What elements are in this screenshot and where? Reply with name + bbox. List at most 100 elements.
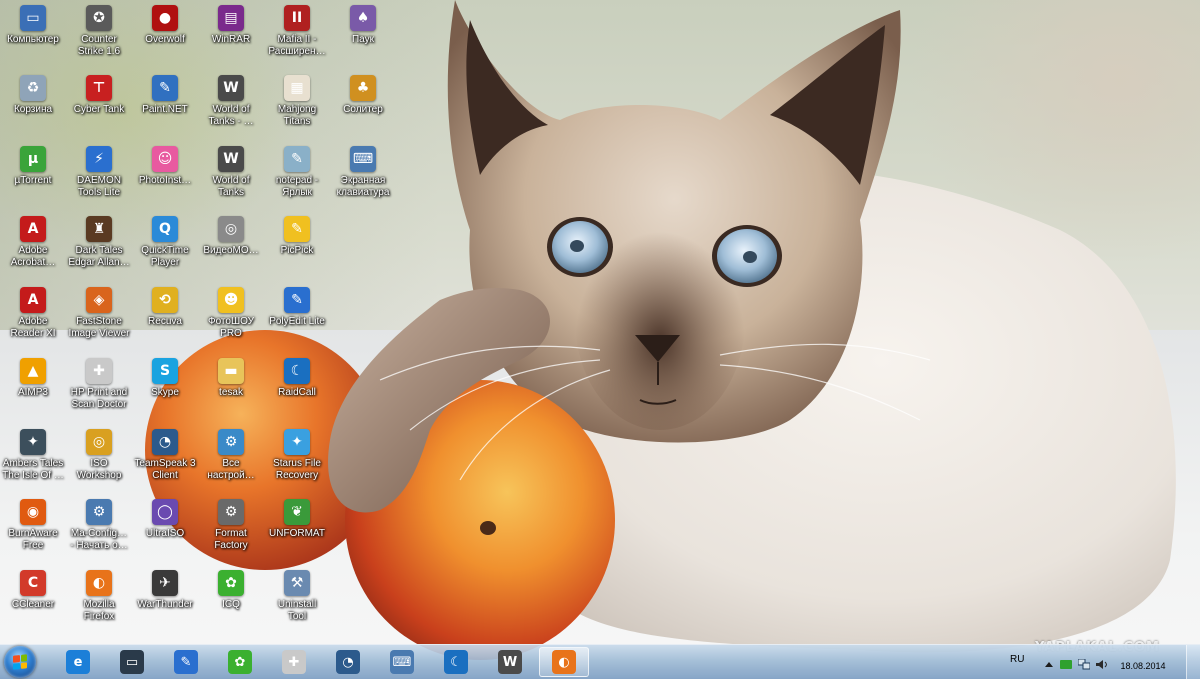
desktop-shortcut-label: Adobe Acrobat… — [10, 245, 56, 268]
starus-icon: ✦ — [284, 429, 310, 455]
desktop-shortcut[interactable]: ✈ WarThunder — [132, 570, 198, 611]
taskbar-button[interactable]: ✎ — [161, 647, 211, 677]
adobe-reader-icon: A — [20, 287, 46, 313]
desktop-shortcut-label: Ambers Tales The Isle Of … — [2, 458, 64, 481]
desktop-shortcut-label: PolyEdit Lite — [269, 316, 325, 327]
hp-doctor-icon: ✚ — [86, 358, 112, 384]
taskbar-button[interactable]: ▭ — [107, 647, 157, 677]
desktop-shortcut[interactable]: ▲ AIMP3 — [0, 358, 66, 399]
desktop-shortcut[interactable]: ⊤ Cyber Tank — [66, 75, 132, 116]
desktop-shortcut[interactable]: µ µTorrent — [0, 146, 66, 187]
desktop-shortcut[interactable]: ◎ ISO Workshop — [66, 429, 132, 482]
desktop-shortcut[interactable]: ⌨ Экранная клавиатура — [330, 146, 396, 199]
desktop-shortcut[interactable]: ✦ Starus File Recovery — [264, 429, 330, 482]
recycle-bin-icon: ♻ — [20, 75, 46, 101]
aimp-icon: ▲ — [20, 358, 46, 384]
teamspeak-icon: ◔ — [152, 429, 178, 455]
ma-config-icon: ⚙ — [86, 499, 112, 525]
desktop-shortcut-label: Paint.NET — [142, 104, 188, 115]
daemon-tools-icon: ⚡ — [86, 146, 112, 172]
desktop-shortcut[interactable]: ♣ Солитер — [330, 75, 396, 116]
desktop-shortcut-label: Экранная клавиатура — [336, 175, 390, 198]
desktop-shortcut[interactable]: ⚙ Ma-Config… - Начать о… — [66, 499, 132, 552]
desktop-shortcut[interactable]: W World of Tanks - … — [198, 75, 264, 128]
language-indicator[interactable]: RU — [1010, 654, 1024, 665]
desktop-shortcut[interactable]: ♠ Паук — [330, 5, 396, 46]
desktop-shortcut[interactable]: ▤ WinRAR — [198, 5, 264, 46]
desktop-shortcut[interactable]: ☾ RaidCall — [264, 358, 330, 399]
desktop-shortcut[interactable]: ♜ Dark Tales Edgar Allan… — [66, 216, 132, 269]
desktop-shortcut-label: Mafia II - Расширен… — [268, 34, 326, 57]
desktop-shortcut[interactable]: ✎ Paint.NET — [132, 75, 198, 116]
taskbar-button[interactable]: ⌨ — [377, 647, 427, 677]
taskbar-button[interactable]: ✿ — [215, 647, 265, 677]
desktop-shortcut[interactable]: ✎ notepad - Ярлык — [264, 146, 330, 199]
desktop-shortcut-label: Skype — [151, 387, 179, 398]
desktop-shortcut[interactable]: ▦ Mahjong Titans — [264, 75, 330, 128]
desktop-shortcut[interactable]: Q QuickTime Player — [132, 216, 198, 269]
show-desktop-button[interactable] — [1186, 645, 1200, 679]
desktop-shortcut[interactable]: ⚒ Uninstall Tool — [264, 570, 330, 623]
desktop-shortcut-label: ICQ — [222, 599, 240, 610]
warthunder-icon: ✈ — [152, 570, 178, 596]
desktop-shortcut[interactable]: II Mafia II - Расширен… — [264, 5, 330, 58]
desktop-shortcut[interactable]: ⚙ Format Factory — [198, 499, 264, 552]
desktop-shortcut[interactable]: ✦ Ambers Tales The Isle Of … — [0, 429, 66, 482]
desktop-shortcut[interactable]: ✎ PolyEdit Lite — [264, 287, 330, 328]
desktop-shortcut[interactable]: ⚡ DAEMON Tools Lite — [66, 146, 132, 199]
desktop-shortcut-label: Солитер — [343, 104, 383, 115]
mafia-icon: II — [284, 5, 310, 31]
desktop-shortcut[interactable]: ✚ HP Print and Scan Doctor — [66, 358, 132, 411]
desktop-shortcut[interactable]: S Skype — [132, 358, 198, 399]
computer-icon: ▭ — [20, 5, 46, 31]
desktop-shortcut[interactable]: ⟲ Recuva — [132, 287, 198, 328]
desktop-shortcut-label: Dark Tales Edgar Allan… — [68, 245, 130, 268]
desktop-shortcut[interactable]: ▭ Компьютер — [0, 5, 66, 46]
desktop-shortcut[interactable]: ◐ Mozilla Firefox — [66, 570, 132, 623]
desktop-shortcut[interactable]: ◯ UltraISO — [132, 499, 198, 540]
desktop-shortcut[interactable]: ✪ Counter Strike 1.6 — [66, 5, 132, 58]
show-hidden-icons-icon[interactable] — [1043, 657, 1055, 668]
desktop-shortcut[interactable]: C CCleaner — [0, 570, 66, 611]
desktop-shortcut[interactable]: ◔ TeamSpeak 3 Client — [132, 429, 198, 482]
taskbar-button[interactable]: ◔ — [323, 647, 373, 677]
network-icon[interactable] — [1077, 657, 1091, 670]
taskbar-button[interactable]: ✚ — [269, 647, 319, 677]
volume-icon[interactable] — [1096, 657, 1108, 669]
start-button[interactable] — [4, 646, 36, 678]
taskbar-button[interactable]: W — [485, 647, 535, 677]
polyedit-icon: ✎ — [174, 650, 198, 674]
desktop-shortcut-label: FastStone Image Viewer — [68, 316, 130, 339]
desktop-shortcut-label: PicPick — [280, 245, 314, 256]
desktop-shortcut-label: DAEMON Tools Lite — [77, 175, 121, 198]
desktop-shortcut[interactable]: ▬ tesak — [198, 358, 264, 399]
desktop-shortcut[interactable]: ◉ BurnAware Free — [0, 499, 66, 552]
printer-icon: ▭ — [120, 650, 144, 674]
desktop-shortcut[interactable]: ♻ Корзина — [0, 75, 66, 116]
desktop-shortcut[interactable]: ● Overwolf — [132, 5, 198, 46]
desktop-shortcut[interactable]: ✎ PicPick — [264, 216, 330, 257]
desktop-shortcut[interactable]: ◎ ВидеоМО… — [198, 216, 264, 257]
desktop-shortcut[interactable]: ✿ ICQ — [198, 570, 264, 611]
taskbar-button[interactable]: ◐ — [539, 647, 589, 677]
desktop-shortcut[interactable]: A Adobe Reader XI — [0, 287, 66, 340]
desktop-shortcut[interactable]: W World of Tanks — [198, 146, 264, 199]
desktop-shortcut-label: ВидеоМО… — [203, 245, 259, 256]
system-clock[interactable]: 18.08.2014 — [1120, 648, 1166, 673]
desktop-shortcut[interactable]: ☻ ФотоШОУ PRO — [198, 287, 264, 340]
desktop-shortcut[interactable]: ☺ PhotoInst… — [132, 146, 198, 187]
desktop-shortcut[interactable]: A Adobe Acrobat… — [0, 216, 66, 269]
ccleaner-icon: C — [20, 570, 46, 596]
desktop-shortcut[interactable]: ❦ UNFORMAT — [264, 499, 330, 540]
taskbar-button[interactable]: ☾ — [431, 647, 481, 677]
taskbar-button[interactable]: e — [53, 647, 103, 677]
hp-doctor-icon: ✚ — [282, 650, 306, 674]
cyber-tank-icon: ⊤ — [86, 75, 112, 101]
desktop-shortcut[interactable]: ◈ FastStone Image Viewer — [66, 287, 132, 340]
desktop-shortcut-label: Format Factory — [214, 528, 248, 551]
fotoshow-icon: ☻ — [218, 287, 244, 313]
desktop-shortcut[interactable]: ⚙ Все настрой… — [198, 429, 264, 482]
iso-workshop-icon: ◎ — [86, 429, 112, 455]
tray-app-icon[interactable] — [1060, 657, 1072, 669]
desktop-shortcut-label: Mahjong Titans — [277, 104, 317, 127]
